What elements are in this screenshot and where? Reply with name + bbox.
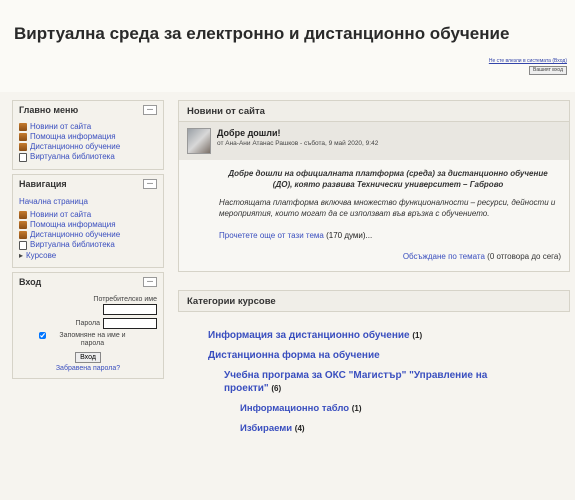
login-info: Не сте влезли в системата (Вход) Вашият …	[489, 58, 567, 75]
collapse-icon[interactable]: —	[143, 179, 157, 189]
remember-label: Запомняне на име и парола	[59, 332, 126, 347]
nav-item-courses[interactable]: ▸ Курсове	[19, 251, 157, 260]
page-header: Виртуална среда за електронно и дистанци…	[0, 0, 575, 92]
nav-item-news[interactable]: Новини от сайта	[19, 210, 157, 219]
category-item[interactable]: Дистанционна форма на обучение	[178, 349, 570, 362]
news-post: Добре дошли! от Ана-Ани Атанас Рашков - …	[178, 122, 570, 272]
login-button-top[interactable]: Вашият вход	[529, 66, 567, 75]
categories-header: Категории курсове	[178, 290, 570, 312]
main-content: Новини от сайта Добре дошли! от Ана-Ани …	[178, 100, 570, 442]
site-title: Виртуална среда за електронно и дистанци…	[14, 24, 510, 43]
category-item[interactable]: Информация за дистанционно обучение (1)	[178, 329, 570, 342]
forgot-password-link[interactable]: Забравена парола?	[19, 365, 157, 372]
post-subject: Добре дошли!	[217, 128, 281, 138]
login-header: Вход —	[13, 273, 163, 291]
nav-home-link[interactable]: Начална страница	[19, 197, 157, 206]
nav-item-help[interactable]: Помощна информация	[19, 220, 157, 229]
login-block: Вход — Потребителско име Парола Запомнян…	[12, 272, 164, 379]
read-more-count: (170 думи)...	[326, 231, 373, 240]
user-icon	[19, 211, 27, 219]
nav-item-library[interactable]: Виртуална библиотека	[19, 240, 157, 250]
navigation-header: Навигация —	[13, 175, 163, 193]
password-label: Парола	[75, 320, 100, 327]
main-menu-item-library[interactable]: Виртуална библиотека	[19, 152, 157, 162]
remember-checkbox[interactable]	[38, 332, 46, 339]
username-input[interactable]	[103, 304, 157, 315]
discuss-link[interactable]: Обсъждане по темата	[403, 252, 485, 261]
navigation-title: Навигация	[19, 179, 67, 189]
main-menu-item-news[interactable]: Новини от сайта	[19, 122, 157, 131]
left-column: Главно меню — Новини от сайта Помощна ин…	[12, 100, 164, 383]
login-status-text[interactable]: Не сте влезли в системата (Вход)	[489, 58, 567, 64]
triangle-right-icon: ▸	[19, 251, 24, 260]
post-description: Настоящата платформа включва множество ф…	[219, 198, 556, 218]
category-item[interactable]: Информационно табло (1)	[178, 402, 570, 415]
news-header: Новини от сайта	[178, 100, 570, 122]
user-icon	[19, 231, 27, 239]
category-item[interactable]: Избираеми (4)	[178, 422, 570, 435]
collapse-icon[interactable]: —	[143, 105, 157, 115]
category-list: Информация за дистанционно обучение (1) …	[178, 312, 570, 435]
post-welcome-text: Добре дошли на официалната платформа (ср…	[228, 169, 548, 189]
discuss-count: (0 отговора до сега)	[487, 252, 561, 261]
navigation-block: Навигация — Начална страница Новини от с…	[12, 174, 164, 268]
user-icon	[19, 143, 27, 151]
user-icon	[19, 221, 27, 229]
password-input[interactable]	[103, 318, 157, 329]
login-button[interactable]: Вход	[75, 352, 101, 363]
main-menu-item-help[interactable]: Помощна информация	[19, 132, 157, 141]
main-menu-header: Главно меню —	[13, 101, 163, 119]
user-icon	[19, 133, 27, 141]
main-menu-title: Главно меню	[19, 105, 79, 115]
username-label: Потребителско име	[93, 296, 157, 303]
collapse-icon[interactable]: —	[143, 277, 157, 287]
book-icon	[19, 241, 27, 250]
user-icon	[19, 123, 27, 131]
login-title: Вход	[19, 277, 42, 287]
post-author: от Ана-Ани Атанас Рашков - събота, 9 май…	[217, 140, 379, 147]
category-item[interactable]: Учебна програма за ОКС "Магистър" "Управ…	[178, 369, 524, 395]
main-menu-block: Главно меню — Новини от сайта Помощна ин…	[12, 100, 164, 170]
nav-item-distance[interactable]: Дистанционно обучение	[19, 230, 157, 239]
main-menu-item-distance[interactable]: Дистанционно обучение	[19, 142, 157, 151]
read-more-link[interactable]: Прочетете още от тази тема	[219, 231, 324, 240]
avatar[interactable]	[187, 128, 211, 154]
book-icon	[19, 153, 27, 162]
